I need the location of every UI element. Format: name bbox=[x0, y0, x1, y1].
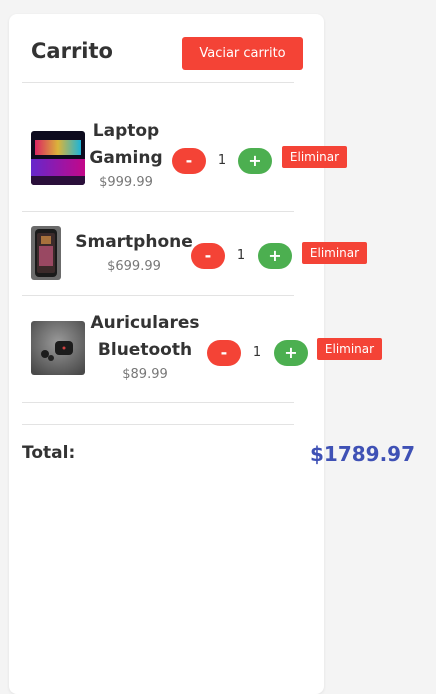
clear-cart-button[interactable]: Vaciar carrito bbox=[182, 37, 303, 70]
decrease-quantity-button[interactable]: - bbox=[191, 243, 225, 269]
product-name-line: Bluetooth bbox=[97, 340, 193, 360]
product-price: $699.99 bbox=[107, 259, 161, 274]
total-amount: $1789.97 bbox=[309, 442, 415, 466]
cart-header: Carrito Vaciar carrito bbox=[31, 37, 303, 71]
product-name: Smartphone bbox=[75, 232, 193, 252]
increase-quantity-button[interactable]: + bbox=[238, 148, 272, 174]
product-price: $89.99 bbox=[122, 367, 168, 382]
divider bbox=[22, 211, 294, 212]
cart-item-smartphone: Smartphone $699.99 - 1 + Eliminar bbox=[22, 221, 367, 289]
remove-item-button[interactable]: Eliminar bbox=[317, 338, 382, 360]
decrease-quantity-button[interactable]: - bbox=[172, 148, 206, 174]
quantity-value: 1 bbox=[252, 345, 262, 360]
laptop-gaming-image bbox=[31, 131, 85, 185]
auriculares-bluetooth-info: Auriculares Bluetooth $89.99 bbox=[90, 310, 200, 385]
increase-quantity-button[interactable]: + bbox=[258, 243, 292, 269]
smartphone-image bbox=[31, 226, 61, 280]
quantity-value: 1 bbox=[236, 248, 246, 263]
auriculares-bluetooth-image bbox=[31, 321, 85, 375]
laptop-gaming-info: Laptop Gaming $999.99 bbox=[88, 118, 164, 193]
divider bbox=[22, 82, 294, 83]
remove-item-button[interactable]: Eliminar bbox=[302, 242, 367, 264]
product-name-line: Laptop bbox=[92, 121, 160, 141]
quantity-value: 1 bbox=[217, 153, 227, 168]
smartphone-info: Smartphone $699.99 bbox=[74, 229, 194, 277]
divider bbox=[22, 295, 294, 296]
total-label: Total: bbox=[22, 443, 76, 463]
total-divider bbox=[22, 424, 294, 425]
cart-item-auriculares-bluetooth: Auriculares Bluetooth $89.99 - 1 + Elimi… bbox=[22, 306, 382, 396]
product-name: Auriculares Bluetooth bbox=[90, 310, 200, 364]
cart-title: Carrito bbox=[31, 39, 113, 63]
decrease-quantity-button[interactable]: - bbox=[207, 340, 241, 366]
product-name-line: Auriculares bbox=[90, 313, 200, 333]
cart-item-laptop-gaming: Laptop Gaming $999.99 - 1 + Eliminar bbox=[22, 115, 347, 205]
product-name-line: Gaming bbox=[89, 148, 163, 168]
product-price: $999.99 bbox=[99, 175, 153, 190]
divider bbox=[22, 402, 294, 403]
remove-item-button[interactable]: Eliminar bbox=[282, 146, 347, 168]
product-name: Laptop Gaming bbox=[88, 118, 164, 172]
increase-quantity-button[interactable]: + bbox=[274, 340, 308, 366]
